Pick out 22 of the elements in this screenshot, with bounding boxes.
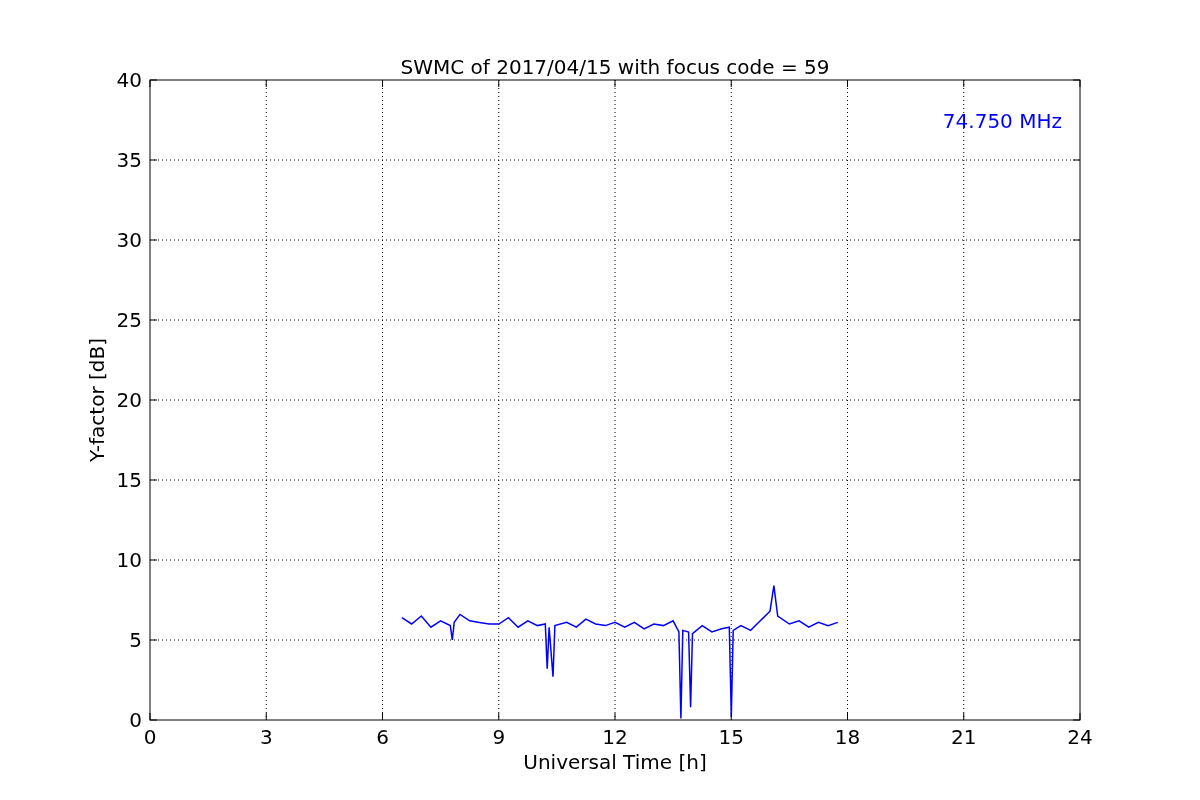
y-tick-label: 15 [116,468,142,492]
x-axis-label: Universal Time [h] [523,750,707,774]
y-tick-label: 25 [116,308,142,332]
x-tick-label: 24 [1067,725,1093,749]
y-tick-label: 5 [129,628,142,652]
y-tick-label: 0 [129,708,142,732]
x-tick-label: 0 [143,725,157,749]
x-tick-label: 21 [951,725,977,749]
frequency-label: 74.750 MHz [942,109,1062,133]
x-tick-label: 12 [602,725,628,749]
y-tick-label: 40 [116,68,142,92]
y-tick-label: 10 [116,548,142,572]
x-tick-label: 3 [259,725,273,749]
x-tick-label: 15 [718,725,744,749]
y-tick-label: 35 [116,148,142,172]
y-tick-label: 30 [116,228,142,252]
x-tick-label: 9 [492,725,506,749]
x-tick-label: 18 [834,725,861,749]
x-tick-label: 6 [376,725,389,749]
y-tick-label: 20 [116,388,142,412]
y-axis-label: Y-factor [dB] [85,338,109,462]
chart-title: SWMC of 2017/04/15 with focus code = 59 [400,55,830,79]
